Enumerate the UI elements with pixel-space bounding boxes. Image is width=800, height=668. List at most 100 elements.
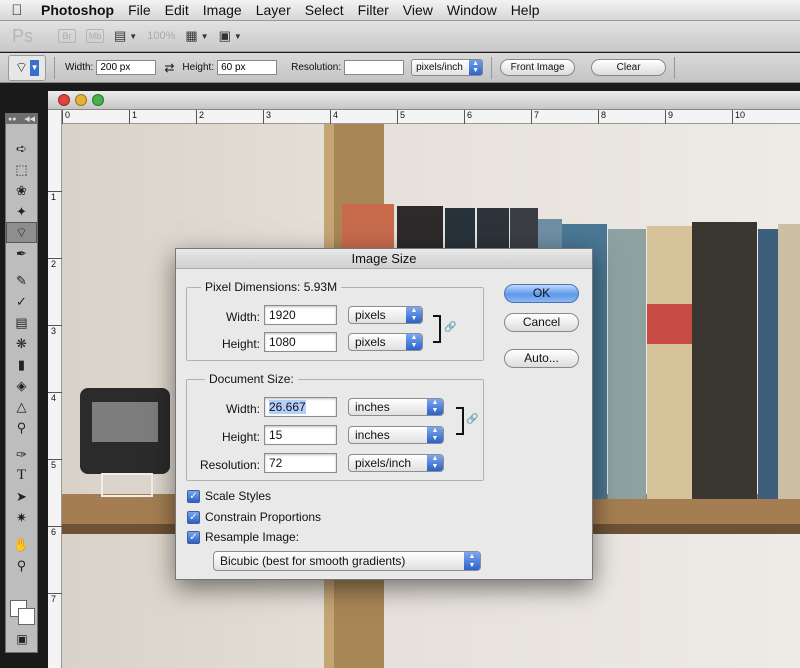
- ok-button[interactable]: OK: [504, 284, 579, 303]
- pixel-width-unit-select[interactable]: pixels ▲ ▼: [348, 306, 423, 324]
- front-image-button[interactable]: Front Image: [500, 59, 576, 76]
- doc-width-input[interactable]: 26.667: [264, 397, 337, 417]
- zoom-window-icon[interactable]: [92, 94, 104, 106]
- history-brush-tool-icon[interactable]: ❋: [6, 333, 37, 354]
- doc-width-unit-select[interactable]: inches ▲ ▼: [348, 398, 444, 416]
- chain-link-icon: 🔗: [444, 322, 457, 333]
- move-tool-icon[interactable]: ➪: [6, 138, 37, 159]
- pen-tool-icon[interactable]: ✑: [6, 444, 37, 465]
- menu-edit[interactable]: Edit: [158, 0, 196, 21]
- updown-arrow-icon: ▲ ▼: [406, 334, 422, 350]
- eraser-tool-icon[interactable]: ▮: [6, 354, 37, 375]
- lasso-tool-icon[interactable]: ❀: [6, 180, 37, 201]
- blur-tool-icon[interactable]: △: [6, 396, 37, 417]
- constrain-proportions-checkbox[interactable]: ✓: [187, 510, 200, 524]
- cancel-button[interactable]: Cancel: [504, 313, 579, 332]
- ruler-tick: 1: [48, 191, 62, 202]
- resample-method-select[interactable]: Bicubic (best for smooth gradients) ▲ ▼: [213, 551, 481, 571]
- tool-preset-picker[interactable]: ⌔ ▼: [8, 54, 46, 81]
- clear-button[interactable]: Clear: [591, 59, 667, 76]
- resample-method-value: Bicubic (best for smooth gradients): [220, 554, 406, 568]
- crop-tool-icon[interactable]: ⌔: [6, 222, 37, 243]
- eyedropper-tool-icon[interactable]: ✒: [6, 243, 37, 264]
- pixel-width-input[interactable]: 1920: [264, 305, 337, 325]
- arrange-documents-dropdown[interactable]: ▦ ▼: [185, 28, 208, 44]
- resolution-unit-select[interactable]: pixels/inch ▲ ▼: [348, 454, 444, 472]
- close-window-icon[interactable]: [58, 94, 70, 106]
- swap-icon[interactable]: ⇄: [164, 61, 174, 75]
- scale-styles-checkbox[interactable]: ✓: [187, 489, 200, 503]
- grip-icon[interactable]: ●●: [8, 116, 16, 123]
- bridge-button[interactable]: Br: [58, 29, 76, 43]
- menu-view[interactable]: View: [396, 0, 440, 21]
- crop-width-input[interactable]: [96, 60, 157, 75]
- minimize-window-icon[interactable]: [75, 94, 87, 106]
- marquee-tool-icon[interactable]: ⬚: [6, 159, 37, 180]
- doc-height-label: Height:: [221, 430, 260, 444]
- menu-help[interactable]: Help: [504, 0, 547, 21]
- quick-mask-icon[interactable]: ▣: [10, 628, 34, 649]
- menu-photoshop[interactable]: Photoshop: [34, 0, 121, 21]
- chevron-down-icon: ▼: [200, 31, 209, 41]
- pixel-link-bracket: [433, 315, 441, 343]
- dodge-tool-icon[interactable]: ⚲: [6, 417, 37, 438]
- crop-height-input[interactable]: [217, 60, 278, 75]
- clone-stamp-tool-icon[interactable]: ▤: [6, 312, 37, 333]
- doc-height-input[interactable]: 15: [264, 425, 337, 445]
- screen-mode-dropdown[interactable]: ▣ ▼: [219, 28, 242, 44]
- apple-icon[interactable]: : [0, 2, 34, 19]
- divider: [674, 56, 676, 79]
- type-tool-icon[interactable]: T: [6, 465, 37, 486]
- pixel-width-unit-value: pixels: [355, 308, 386, 322]
- pixel-dimensions-label: Pixel Dimensions:: [205, 280, 301, 294]
- screen-mode-icon: ▣: [218, 28, 231, 43]
- doc-height-unit-value: inches: [355, 428, 390, 442]
- ruler-tick: 7: [531, 110, 539, 124]
- resolution-label: Resolution:: [291, 62, 342, 73]
- resolution-unit-value: pixels/inch: [416, 62, 463, 73]
- menu-layer[interactable]: Layer: [249, 0, 298, 21]
- view-extras-dropdown[interactable]: ▤ ▼: [114, 28, 137, 44]
- chain-link-icon: 🔗: [466, 414, 479, 425]
- ruler-tick: 10: [732, 110, 745, 124]
- chevron-down-icon: ▼: [129, 31, 138, 41]
- ruler-tick: 1: [129, 110, 137, 124]
- scale-styles-row[interactable]: ✓ Scale Styles: [187, 489, 271, 503]
- mini-bridge-button[interactable]: Mb: [86, 29, 104, 43]
- menu-filter[interactable]: Filter: [351, 0, 396, 21]
- menu-image[interactable]: Image: [196, 0, 249, 21]
- resample-image-row[interactable]: ✓ Resample Image:: [187, 530, 299, 544]
- ruler-tick: 6: [48, 526, 62, 537]
- constrain-proportions-row[interactable]: ✓ Constrain Proportions: [187, 510, 321, 524]
- ruler-tick: 3: [263, 110, 271, 124]
- tools-panel: ●● ◀◀ ➪ ⬚ ❀ ✦ ⌔ ✒ ✎ ✓ ▤ ❋ ▮ ◈ △ ⚲ ✑ T ➤ ✷…: [5, 113, 38, 653]
- healing-brush-tool-icon[interactable]: ✎: [6, 270, 37, 291]
- zoom-tool-icon[interactable]: ⚲: [6, 555, 37, 576]
- hand-tool-icon[interactable]: ✋: [6, 534, 37, 555]
- quick-selection-tool-icon[interactable]: ✦: [6, 201, 37, 222]
- brush-tool-icon[interactable]: ✓: [6, 291, 37, 312]
- background-color-swatch[interactable]: [18, 608, 35, 625]
- crop-icon: ⌔: [14, 58, 29, 75]
- doc-height-unit-select[interactable]: inches ▲ ▼: [348, 426, 444, 444]
- pixel-height-label: Height:: [221, 337, 260, 351]
- resolution-input[interactable]: 72: [264, 453, 337, 473]
- ruler-tick: 8: [598, 110, 606, 124]
- resample-image-checkbox[interactable]: ✓: [187, 530, 200, 544]
- pixel-height-input[interactable]: 1080: [264, 332, 337, 352]
- resolution-unit-select[interactable]: pixels/inch ▲ ▼: [411, 59, 484, 76]
- collapse-icon[interactable]: ◀◀: [24, 115, 35, 123]
- auto-button[interactable]: Auto...: [504, 349, 579, 368]
- dialog-title: Image Size: [176, 249, 592, 269]
- shape-tool-icon[interactable]: ✷: [6, 507, 37, 528]
- menu-select[interactable]: Select: [298, 0, 351, 21]
- zoom-level[interactable]: 100%: [147, 30, 175, 42]
- menu-window[interactable]: Window: [440, 0, 504, 21]
- paint-bucket-tool-icon[interactable]: ◈: [6, 375, 37, 396]
- crop-resolution-input[interactable]: [344, 60, 405, 75]
- grid-layout-icon: ▦: [185, 28, 198, 43]
- pixel-height-unit-select[interactable]: pixels ▲ ▼: [348, 333, 423, 351]
- menu-file[interactable]: File: [121, 0, 158, 21]
- pixel-width-label: Width:: [225, 310, 260, 324]
- path-selection-tool-icon[interactable]: ➤: [6, 486, 37, 507]
